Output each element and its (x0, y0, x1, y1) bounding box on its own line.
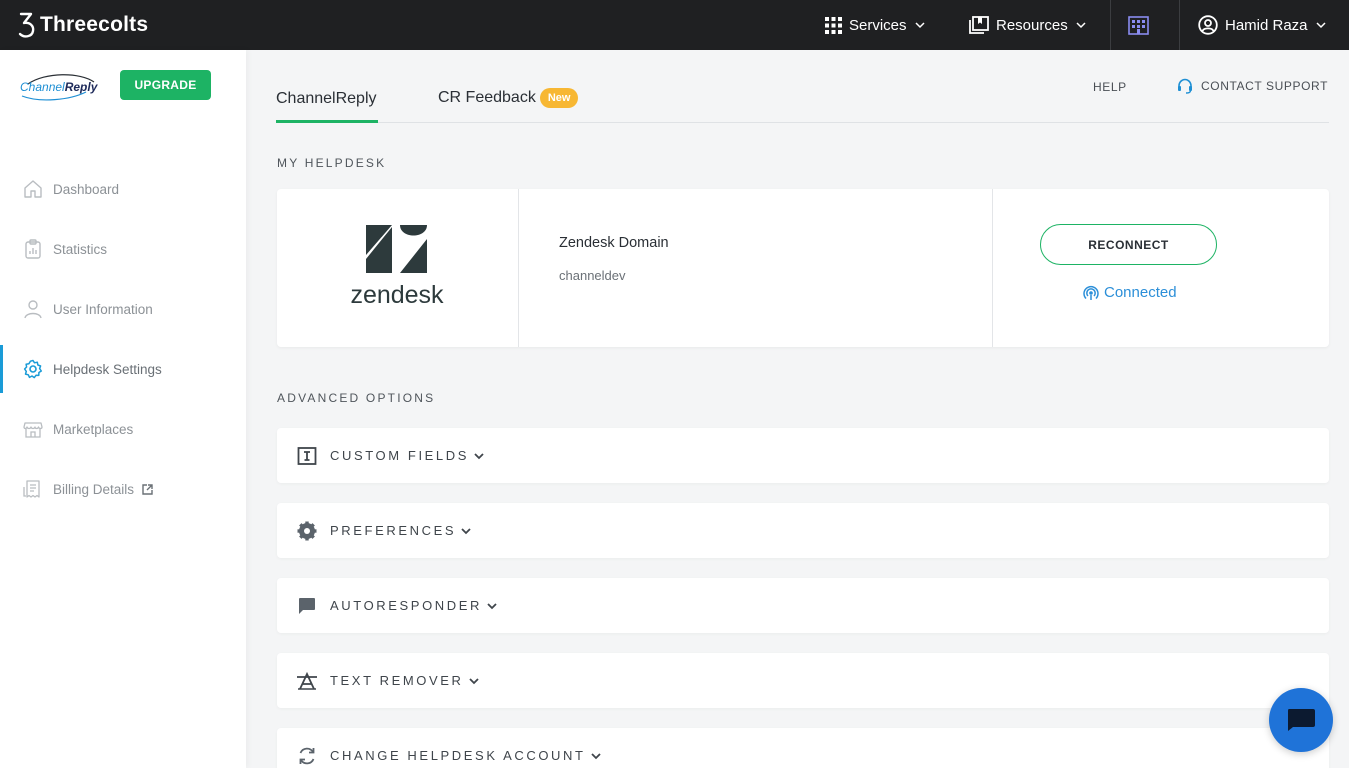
help-link[interactable]: HELP (1093, 80, 1127, 94)
sidebar-item-dashboard[interactable]: Dashboard (0, 165, 246, 213)
option-label: CUSTOM FIELDS (330, 448, 470, 463)
chevron-down-icon (487, 602, 497, 609)
receipt-icon (23, 479, 43, 499)
contact-support-link[interactable]: CONTACT SUPPORT (1177, 78, 1328, 94)
user-circle-icon (1198, 15, 1218, 35)
new-badge: New (539, 88, 579, 108)
chevron-down-icon (590, 752, 601, 759)
connection-status: Connected (1083, 284, 1177, 301)
sidebar: ChannelReply UPGRADE Dashboard Statistic… (0, 50, 246, 768)
logo-text: ChannelReply (20, 80, 99, 94)
main-content: ChannelReply CR Feedback New HELP CONTAC… (246, 50, 1349, 768)
my-helpdesk-heading: MY HELPDESK (277, 156, 387, 170)
resources-label: Resources (996, 16, 1068, 34)
sidebar-item-marketplaces[interactable]: Marketplaces (0, 405, 246, 453)
chevron-down-icon (915, 22, 925, 29)
helpdesk-card: zendesk Zendesk Domain channeldev RECONN… (277, 189, 1329, 347)
autoresponder-section[interactable]: AUTORESPONDER (277, 578, 1329, 633)
sidebar-item-label: Dashboard (53, 181, 120, 197)
divider (518, 189, 519, 347)
threecolts-mark-icon (18, 12, 35, 38)
sidebar-item-helpdesk-settings[interactable]: Helpdesk Settings (0, 345, 246, 393)
home-icon (23, 179, 43, 199)
services-label: Services (849, 16, 907, 34)
user-menu[interactable]: Hamid Raza (1198, 0, 1327, 50)
domain-value: channeldev (559, 268, 626, 283)
contact-support-label: CONTACT SUPPORT (1201, 79, 1329, 93)
option-label: AUTORESPONDER (330, 598, 483, 613)
reconnect-button[interactable]: RECONNECT (1040, 224, 1217, 265)
user-name: Hamid Raza (1225, 16, 1308, 34)
book-icon (969, 16, 989, 34)
text-field-icon (296, 445, 318, 467)
services-menu[interactable]: Services (825, 0, 926, 50)
option-label: CHANGE HELPDESK ACCOUNT (330, 748, 586, 763)
chat-widget-button[interactable] (1269, 688, 1333, 752)
sidebar-item-label: Marketplaces (53, 421, 134, 437)
divider (992, 189, 993, 347)
resources-menu[interactable]: Resources (969, 0, 1087, 50)
chevron-down-icon (1076, 22, 1086, 29)
gear-icon (23, 359, 43, 379)
gear-icon (296, 520, 318, 542)
sidebar-item-label: Helpdesk Settings (53, 361, 162, 377)
threecolts-logo[interactable]: Threecolts (18, 10, 148, 40)
sidebar-item-billing-details[interactable]: Billing Details (0, 465, 246, 513)
option-label: PREFERENCES (330, 523, 457, 538)
sidebar-item-label: User Information (53, 301, 153, 317)
active-tab-indicator (276, 120, 378, 123)
tab-channelreply[interactable]: ChannelReply (276, 90, 377, 108)
domain-label: Zendesk Domain (559, 235, 669, 251)
top-bar: Threecolts Services Resources Hamid Raza (0, 0, 1349, 50)
custom-fields-section[interactable]: CUSTOM FIELDS (277, 428, 1329, 483)
clipboard-chart-icon (23, 239, 43, 259)
sidebar-item-label: Billing Details (53, 481, 135, 497)
chat-bubble-icon (296, 595, 318, 617)
brand-name: Threecolts (40, 13, 149, 36)
user-icon (23, 299, 43, 319)
organization-button[interactable] (1128, 0, 1149, 50)
sidebar-item-statistics[interactable]: Statistics (0, 225, 246, 273)
tab-cr-feedback[interactable]: CR Feedback New (438, 88, 579, 108)
external-link-icon (142, 483, 153, 495)
chevron-down-icon (461, 527, 471, 534)
preferences-section[interactable]: PREFERENCES (277, 503, 1329, 558)
divider (1110, 0, 1111, 50)
connected-label: Connected (1104, 284, 1177, 301)
headset-icon (1178, 78, 1192, 94)
building-icon (1128, 15, 1149, 35)
sidebar-item-label: Statistics (53, 241, 108, 257)
sidebar-item-user-information[interactable]: User Information (0, 285, 246, 333)
channelreply-logo[interactable]: ChannelReply (20, 70, 100, 110)
refresh-icon (296, 745, 318, 767)
store-icon (23, 419, 43, 439)
change-helpdesk-account-section[interactable]: CHANGE HELPDESK ACCOUNT (277, 728, 1329, 768)
tab-label: CR Feedback (438, 89, 536, 106)
signal-icon (1083, 285, 1099, 300)
option-label: TEXT REMOVER (330, 673, 464, 688)
chevron-down-icon (1316, 22, 1326, 29)
zendesk-wordmark: zendesk (350, 281, 444, 307)
zendesk-logo: zendesk (350, 225, 444, 307)
chevron-down-icon (468, 677, 479, 684)
advanced-options-heading: ADVANCED OPTIONS (277, 391, 436, 405)
upgrade-button[interactable]: UPGRADE (120, 70, 211, 100)
strikethrough-icon (296, 670, 318, 692)
chevron-down-icon (474, 452, 484, 459)
grid-icon (825, 16, 842, 34)
chat-icon (1288, 709, 1315, 731)
text-remover-section[interactable]: TEXT REMOVER (277, 653, 1329, 708)
tab-bar: ChannelReply CR Feedback New (276, 50, 1329, 123)
divider (1179, 0, 1180, 50)
